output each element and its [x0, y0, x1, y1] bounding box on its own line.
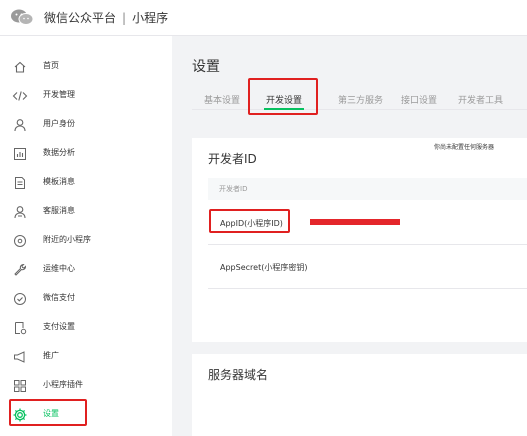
wechat-logo-icon[interactable]: [10, 8, 34, 26]
sidebar-item-nearby-miniprograms[interactable]: 附近的小程序: [0, 228, 172, 254]
payment-icon: [12, 291, 28, 307]
sidebar-item-label: 客服消息: [43, 206, 75, 215]
server-domain-title: 服务器域名: [208, 368, 269, 382]
appsecret-label: AppSecret(小程序密钥): [220, 263, 308, 272]
row-divider: [208, 244, 527, 245]
sidebar-item-data-analysis[interactable]: 数据分析: [0, 141, 172, 167]
tab-api-settings[interactable]: 接口设置: [401, 93, 437, 106]
sidebar-item-ops-center[interactable]: 运维中心: [0, 257, 172, 283]
sidebar-item-label: 用户身份: [43, 119, 75, 128]
sidebar-item-label: 支付设置: [43, 322, 75, 331]
sidebar-item-label: 首页: [43, 61, 59, 70]
brand-separator: |: [122, 11, 127, 25]
brand-title[interactable]: 微信公众平台 | 小程序: [44, 9, 168, 26]
sidebar-item-template-messages[interactable]: 模板消息: [0, 170, 172, 196]
wrench-icon: [12, 262, 28, 278]
bar-chart-icon: [12, 146, 28, 162]
sidebar-item-promotion[interactable]: 推广: [0, 344, 172, 370]
sidebar-item-user-identity[interactable]: 用户身份: [0, 112, 172, 138]
user-icon: [12, 117, 28, 133]
tab-third-party-services[interactable]: 第三方服务: [338, 93, 383, 106]
home-icon: [12, 59, 28, 75]
sidebar-item-label: 小程序插件: [43, 380, 83, 389]
tab-developer-tools[interactable]: 开发者工具: [458, 93, 503, 106]
location-icon: [12, 233, 28, 249]
code-icon: [12, 88, 28, 104]
developer-id-title: 开发者ID: [208, 152, 257, 166]
row-divider: [208, 288, 527, 289]
sidebar-item-customer-messages[interactable]: 客服消息: [0, 199, 172, 225]
sidebar-item-home[interactable]: 首页: [0, 54, 172, 80]
appid-value-redacted: [310, 219, 400, 225]
sidebar-item-label: 运维中心: [43, 264, 75, 273]
column-header: 开发者ID: [219, 185, 248, 193]
brand-name: 微信公众平台: [44, 11, 117, 25]
sidebar-item-payment-settings[interactable]: 支付设置: [0, 315, 172, 341]
highlight-appid: [209, 209, 290, 233]
product-name: 小程序: [132, 11, 169, 25]
sidebar-item-plugins[interactable]: 小程序插件: [0, 373, 172, 399]
sidebar-item-label: 开发管理: [43, 90, 75, 99]
top-bar: 微信公众平台 | 小程序: [0, 0, 527, 36]
tab-basic-settings[interactable]: 基本设置: [204, 93, 240, 106]
highlight-settings-nav: [9, 399, 87, 426]
server-domain-card: 服务器域名: [192, 354, 527, 436]
server-domain-empty-note: 你尚未配置任何服务器: [434, 144, 495, 151]
developer-id-table-header: 开发者ID: [208, 178, 527, 200]
main-content: 设置 基本设置 开发设置 第三方服务 接口设置 开发者工具 开发者ID 开发者I…: [176, 36, 527, 436]
sidebar-item-label: 数据分析: [43, 148, 75, 157]
sidebar-item-label: 模板消息: [43, 177, 75, 186]
sidebar-item-wechat-pay[interactable]: 微信支付: [0, 286, 172, 312]
sidebar: 首页 开发管理 用户身份 数据分析 模板消息 客服消息 附近的小程序 运维中心 …: [0, 36, 172, 436]
sidebar-item-label: 推广: [43, 351, 59, 360]
sidebar-item-dev-management[interactable]: 开发管理: [0, 83, 172, 109]
plugin-icon: [12, 378, 28, 394]
template-icon: [12, 175, 28, 191]
megaphone-icon: [12, 349, 28, 365]
page-title: 设置: [192, 59, 220, 75]
settings-tabs: 基本设置 开发设置 第三方服务 接口设置 开发者工具: [192, 88, 527, 110]
sidebar-item-label: 附近的小程序: [43, 235, 91, 244]
developer-id-card: 开发者ID 开发者ID AppID(小程序ID) AppSecret(小程序密钥…: [192, 138, 527, 342]
sidebar-item-label: 微信支付: [43, 293, 75, 302]
customer-service-icon: [12, 204, 28, 220]
highlight-dev-settings-tab: [248, 78, 318, 115]
payment-settings-icon: [12, 320, 28, 336]
